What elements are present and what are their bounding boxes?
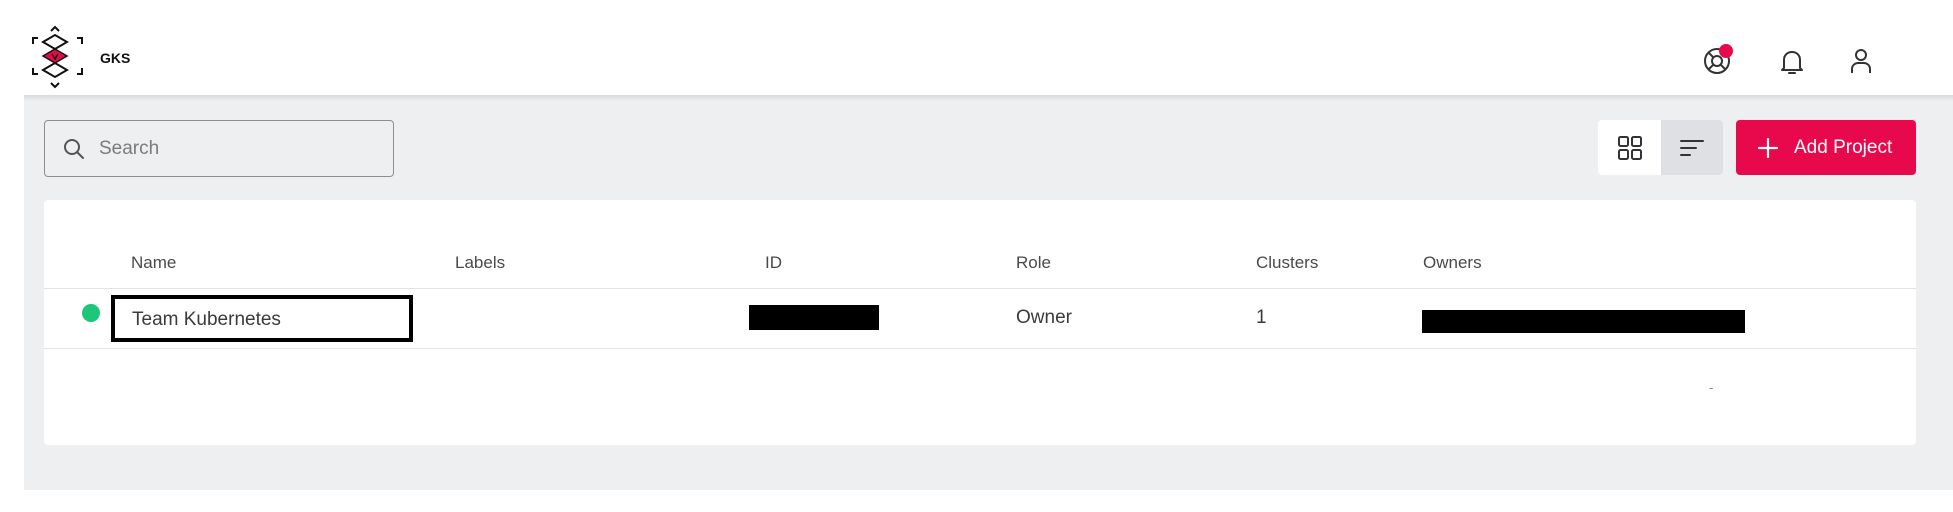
- redacted-id: [749, 305, 879, 330]
- project-role: Owner: [1016, 307, 1072, 328]
- search-icon: [64, 139, 84, 159]
- project-clusters: 1: [1256, 307, 1267, 328]
- project-name: Team Kubernetes: [132, 309, 281, 330]
- plus-icon: [1757, 137, 1779, 158]
- gks-logo: [32, 25, 83, 89]
- column-header-labels: Labels: [455, 253, 506, 272]
- search-input[interactable]: [99, 129, 379, 169]
- column-header-role: Role: [1016, 253, 1051, 272]
- header-shadow: [24, 95, 1953, 101]
- status-indicator: [82, 304, 100, 322]
- user-icon[interactable]: [1844, 44, 1878, 78]
- bell-icon[interactable]: [1775, 44, 1809, 78]
- column-header-clusters: Clusters: [1256, 253, 1319, 272]
- top-navigation-bar: GKS: [0, 0, 1953, 95]
- list-icon: [1680, 139, 1704, 156]
- add-project-button[interactable]: Add Project: [1736, 120, 1916, 175]
- row-divider: [44, 348, 1916, 349]
- app-name: GKS: [100, 50, 131, 66]
- redacted-owners: [1422, 310, 1745, 333]
- view-toggle: [1598, 120, 1723, 175]
- grid-view-button[interactable]: [1598, 120, 1661, 175]
- search-box[interactable]: [44, 120, 394, 177]
- column-header-id: ID: [765, 253, 782, 272]
- notification-dot: [1719, 44, 1733, 58]
- column-header-name[interactable]: Name: [131, 253, 176, 273]
- project-name-cell[interactable]: Team Kubernetes: [111, 295, 413, 342]
- add-project-label: Add Project: [1794, 136, 1893, 158]
- column-header-owners: Owners: [1423, 253, 1482, 272]
- list-view-button[interactable]: [1661, 120, 1723, 175]
- header-divider: [44, 288, 1916, 289]
- grid-icon: [1617, 135, 1642, 160]
- pagination-placeholder: -: [1709, 380, 1714, 395]
